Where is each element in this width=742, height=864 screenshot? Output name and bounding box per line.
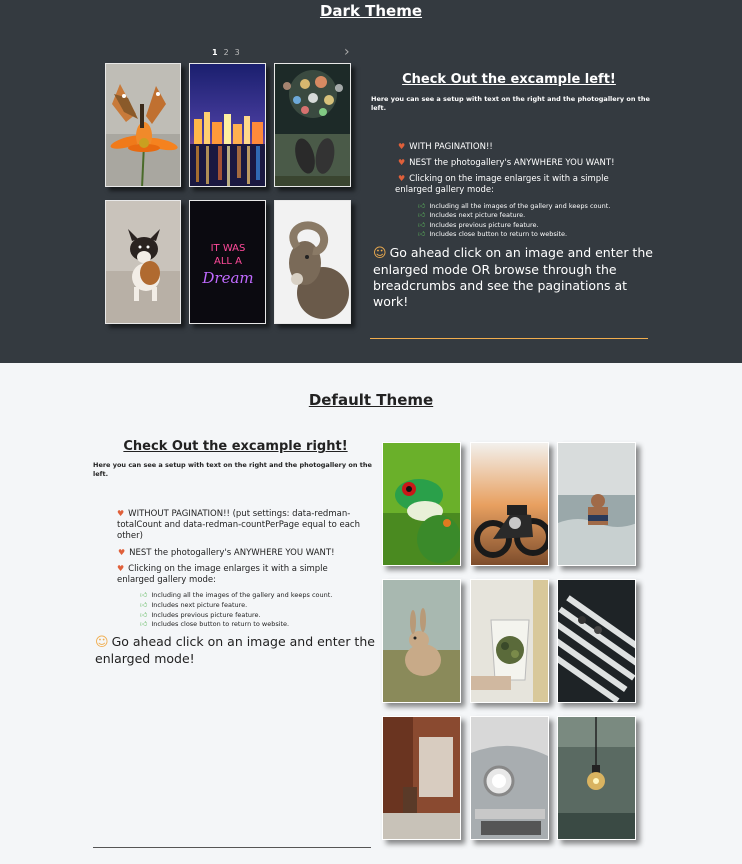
gallery-image-crosswalk[interactable] [557,579,636,703]
gallery-image-vintage-car[interactable] [470,716,549,840]
heart-icon: ♥ [398,158,406,167]
light-feature-1: 👍︎ Including all the images of the galler… [140,591,333,599]
page-3-link[interactable]: 3 [235,48,240,57]
light-intro-text: Here you can see a setup with text on th… [93,461,372,478]
gallery-image-city-skyline[interactable] [189,63,266,187]
gallery-image-tree-frog[interactable] [382,442,461,566]
heart-icon: ♥ [118,548,126,557]
light-card-title: Check Out the excample right! [123,439,348,454]
dark-theme-section: Dark Theme 123 › IT WAS ALL A Dream Chec… [0,0,742,363]
light-divider [93,847,371,848]
gallery-image-neon-sign[interactable]: IT WAS ALL A Dream [189,200,266,324]
gallery-image-light-bulb[interactable] [557,716,636,840]
dark-theme-title: Dark Theme [319,2,423,20]
gallery-image-rabbit[interactable] [382,579,461,703]
dark-card-title: Check Out the excample left! [402,72,616,87]
dark-bullet-3: ♥ Clicking on the image enlarges it with … [395,174,609,195]
pagination: 123 [212,48,246,57]
default-theme-title: Default Theme [308,391,434,409]
thumbs-up-icon: 👍︎ [140,620,148,628]
thumbs-up-icon: 👍︎ [418,211,426,219]
light-feature-4: 👍︎ Includes close button to return to web… [140,620,290,628]
thumbs-up-icon: 👍︎ [418,221,426,229]
light-feature-2: 👍︎ Includes next picture feature. [140,601,248,609]
chevron-right-icon[interactable]: › [344,44,350,60]
gallery-image-bighorn-ram[interactable] [274,200,351,324]
default-theme-section: Default Theme Check Out the excample rig… [0,363,742,864]
thumbs-up-icon: 👍︎ [140,591,148,599]
thumbs-up-icon: 👍︎ [418,202,426,210]
heart-icon: ♥ [117,564,125,573]
dark-feature-3: 👍︎ Includes previous picture feature. [418,221,539,229]
gallery-image-brick-wall[interactable] [382,716,461,840]
page-2-link[interactable]: 2 [224,48,229,57]
dark-feature-2: 👍︎ Includes next picture feature. [418,211,526,219]
light-feature-3: 👍︎ Includes previous picture feature. [140,611,261,619]
dark-divider [370,338,648,339]
gallery-image-motorcycle[interactable] [470,442,549,566]
smiley-icon: ☺ [373,246,387,261]
heart-icon: ♥ [117,509,125,518]
thumbs-up-icon: 👍︎ [418,230,426,238]
dark-bullet-2: ♥ NEST the photogallery's ANYWHERE YOU WA… [398,158,615,168]
dark-bullet-1: ♥ WITH PAGINATION!! [398,142,493,152]
neon-line-3: Dream [201,269,253,287]
light-bullet-3: ♥ Clicking on the image enlarges it with … [117,564,328,585]
gallery-image-running-dog[interactable] [105,200,181,324]
smiley-icon: ☺ [95,635,109,650]
page-1-link[interactable]: 1 [212,48,218,57]
thumbs-up-icon: 👍︎ [140,611,148,619]
light-bullet-2: ♥ NEST the photogallery's ANYWHERE YOU WA… [118,548,335,558]
thumbs-up-icon: 👍︎ [140,601,148,609]
gallery-image-smoothie[interactable] [470,579,549,703]
dark-callout: ☺ Go ahead click on an image and enter th… [373,245,653,309]
heart-icon: ♥ [398,174,406,183]
gallery-image-butterfly[interactable] [105,63,181,187]
heart-icon: ♥ [398,142,406,151]
neon-line-1: IT WAS [211,243,246,254]
dark-feature-1: 👍︎ Including all the images of the galler… [418,202,611,210]
neon-line-2: ALL A [214,256,242,267]
gallery-image-man-in-ocean[interactable] [557,442,636,566]
dark-feature-4: 👍︎ Includes close button to return to web… [418,230,568,238]
light-callout: ☺ Go ahead click on an image and enter th… [95,634,375,666]
light-bullet-1: ♥ WITHOUT PAGINATION!! (put settings: dat… [117,509,360,541]
dark-intro-text: Here you can see a setup with text on th… [371,95,650,112]
gallery-image-bokeh-feet[interactable] [274,63,351,187]
